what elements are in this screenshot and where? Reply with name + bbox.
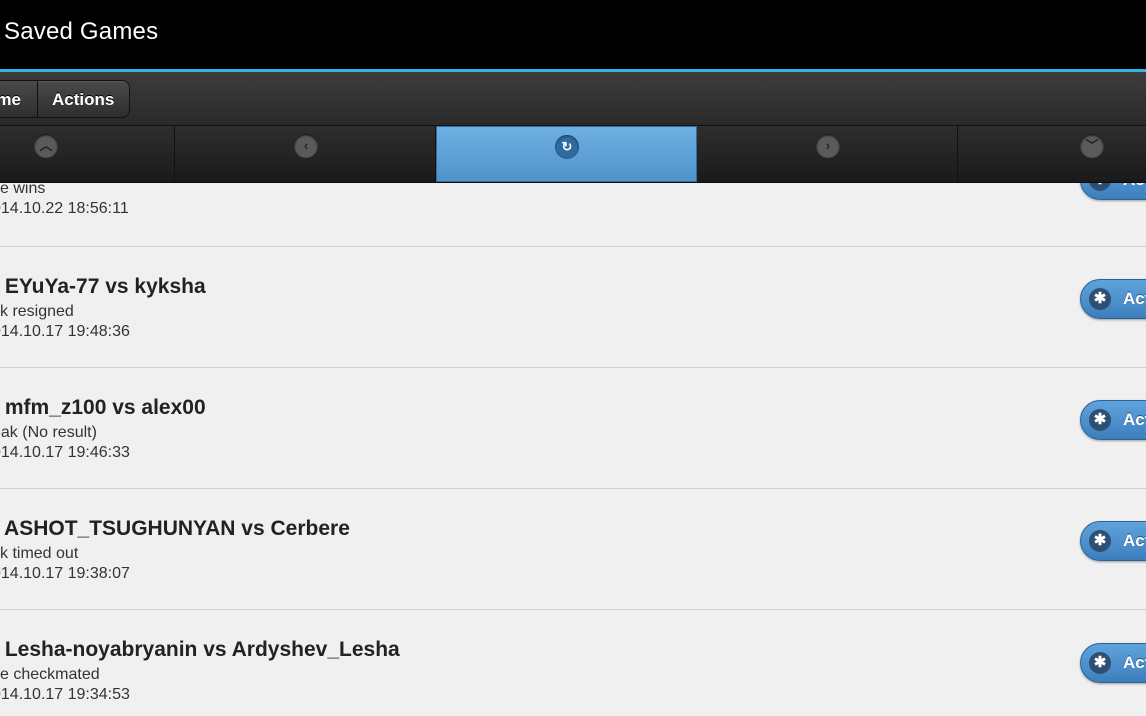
next-page-button[interactable]: › (697, 126, 958, 182)
game-actions-button[interactable]: ✱ Act (1080, 643, 1146, 683)
game-actions-label: Act (1123, 410, 1146, 429)
chevron-left-icon: ‹ (294, 134, 318, 158)
game-actions-button[interactable]: ✱ Act (1080, 400, 1146, 440)
game-result: ite wins (0, 183, 46, 197)
game-actions-label: Act (1123, 653, 1146, 672)
chevron-right-icon: › (816, 134, 840, 158)
game-players: ] mfm_z100 vs alex00 (0, 396, 206, 419)
game-result: eak (No result) (0, 424, 97, 441)
game-date: 014.10.17 19:48:36 (0, 323, 130, 340)
game-date: 014.10.17 19:34:53 (0, 686, 130, 703)
actions-menu-button[interactable]: Actions (37, 80, 130, 118)
gear-icon: ✱ (1089, 288, 1111, 310)
page-title: Saved Games (4, 18, 159, 45)
list-item[interactable]: ] ASHOT_TSUGHUNYAN vs Cerbere ck timed o… (0, 489, 1146, 610)
action-bar: Saved Games (0, 0, 1146, 72)
previous-page-button[interactable]: ‹ (175, 126, 436, 182)
list-item[interactable]: ] EYuYa-77 vs kyksha ck resigned 014.10.… (0, 247, 1146, 368)
game-actions-button[interactable]: ✱ Act (1080, 279, 1146, 319)
gear-icon: ✱ (1089, 652, 1111, 674)
game-date: 014.10.22 18:56:11 (0, 200, 129, 217)
scroll-down-button[interactable]: ﹀ (958, 126, 1146, 182)
game-actions-label: Act (1123, 289, 1146, 308)
list-item[interactable]: ] mfm_z100 vs alex00 eak (No result) 014… (0, 368, 1146, 489)
refresh-button[interactable]: ↻ (436, 126, 697, 182)
game-date: 014.10.17 19:46:33 (0, 444, 130, 461)
game-actions-label: Act (1123, 531, 1146, 550)
game-date: 014.10.17 19:38:07 (0, 565, 130, 582)
game-players: ] EYuYa-77 vs kyksha (0, 275, 206, 298)
game-result: ck timed out (0, 545, 79, 562)
game-result: ck resigned (0, 303, 74, 320)
list-item[interactable]: ite wins 014.10.22 18:56:11 ✱ Ac (0, 183, 1146, 247)
chevron-up-icon: ︿ (34, 134, 58, 158)
refresh-icon: ↻ (555, 135, 579, 159)
game-players: ] Lesha-noyabryanin vs Ardyshev_Lesha (0, 638, 400, 661)
game-actions-button[interactable]: ✱ Ac (1080, 183, 1146, 200)
scroll-up-button[interactable]: ︿ (0, 126, 175, 182)
gear-icon: ✱ (1089, 530, 1111, 552)
list-item[interactable]: ] Lesha-noyabryanin vs Ardyshev_Lesha it… (0, 610, 1146, 716)
game-result: ite checkmated (0, 666, 100, 683)
saved-games-list[interactable]: ite wins 014.10.22 18:56:11 ✱ Ac ] EYuYa… (0, 183, 1146, 716)
toolbar: me Actions (0, 72, 1146, 126)
game-players: ] ASHOT_TSUGHUNYAN vs Cerbere (0, 517, 350, 540)
game-menu-button[interactable]: me (0, 80, 38, 118)
navigation-bar: ︿ ‹ ↻ › ﹀ (0, 126, 1146, 183)
gear-icon: ✱ (1089, 183, 1111, 191)
game-actions-label: Ac (1123, 183, 1145, 189)
chevron-down-icon: ﹀ (1080, 134, 1104, 158)
gear-icon: ✱ (1089, 409, 1111, 431)
game-actions-button[interactable]: ✱ Act (1080, 521, 1146, 561)
